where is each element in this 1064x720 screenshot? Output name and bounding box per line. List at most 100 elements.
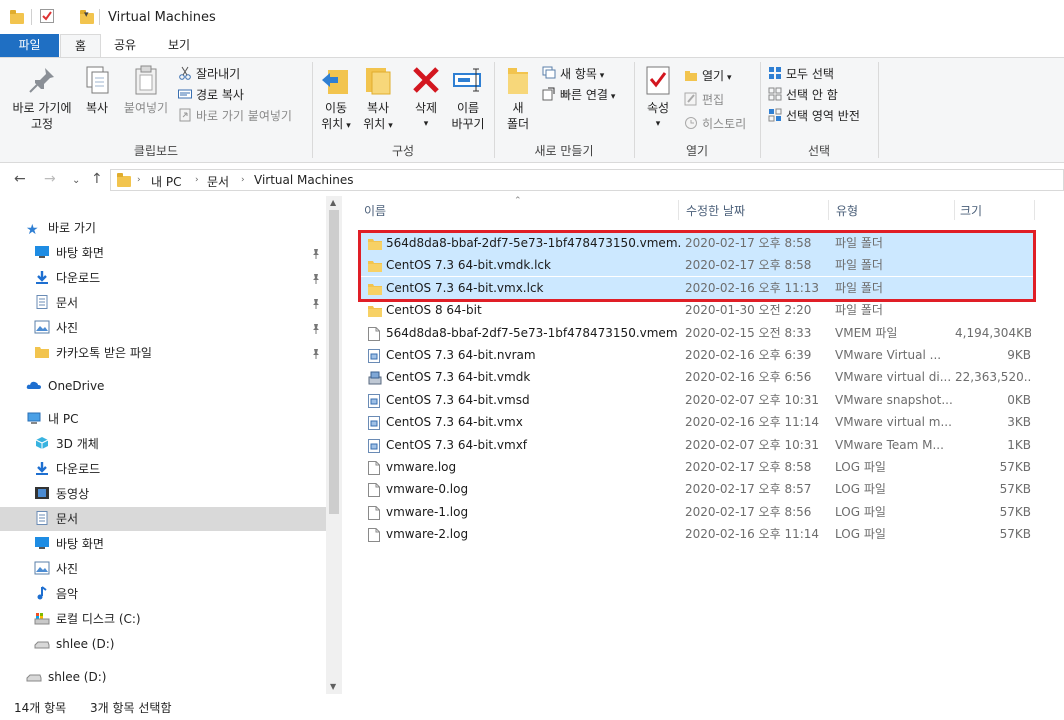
scroll-up-icon[interactable]: ▲ — [330, 198, 336, 207]
nav-quick-downloads[interactable]: 다운로드 — [34, 266, 100, 290]
nav-videos[interactable]: 동영상 — [34, 482, 89, 506]
file-row[interactable]: 564d8da8-bbaf-2df7-5e73-1bf478473150.vme… — [360, 322, 1036, 344]
tab-view[interactable]: 보기 — [154, 34, 204, 58]
nav-drive-d-root[interactable]: shlee (D:) — [26, 665, 106, 689]
address-bar[interactable]: › 내 PC › 문서 › Virtual Machines — [110, 169, 1064, 191]
pictures-icon — [34, 318, 50, 334]
delete-button[interactable]: 삭제 ▾ — [406, 64, 446, 132]
pin-icon[interactable] — [311, 348, 321, 360]
pin-to-quick-access-button[interactable]: 바로 가기에 고정 — [6, 64, 78, 132]
nav-downloads[interactable]: 다운로드 — [34, 457, 100, 481]
file-row[interactable]: vmware-1.log 2020-02-17 오후 8:56 LOG 파일 57KB — [360, 501, 1036, 523]
history-button[interactable]: 히스토리 — [684, 114, 746, 134]
edit-button[interactable]: 편집 — [684, 90, 724, 110]
nav-music[interactable]: 음악 — [34, 582, 78, 606]
copy-path-button[interactable]: 경로 복사 — [178, 85, 244, 105]
file-row[interactable]: CentOS 7.3 64-bit.vmdk 2020-02-16 오후 6:56… — [360, 366, 1036, 388]
nav-label: 로컬 디스크 (C:) — [56, 612, 141, 626]
nav-scrollbar[interactable]: ▲ ▼ — [326, 196, 342, 694]
nav-desktop[interactable]: 바탕 화면 — [34, 532, 104, 556]
nav-documents[interactable]: 문서 — [0, 507, 326, 531]
file-row[interactable]: vmware-0.log 2020-02-17 오후 8:57 LOG 파일 57KB — [360, 478, 1036, 500]
nav-label: 3D 개체 — [56, 437, 99, 451]
nav-quick-pictures[interactable]: 사진 — [34, 316, 78, 340]
column-header-size[interactable]: 크기 — [960, 202, 982, 219]
customize-quick-access-icon[interactable]: ▾ — [84, 10, 89, 20]
column-separator[interactable] — [828, 200, 829, 220]
select-none-button[interactable]: 선택 안 함 — [768, 85, 838, 105]
pin-icon[interactable] — [311, 273, 321, 285]
file-row[interactable]: CentOS 7.3 64-bit.vmxf 2020-02-07 오후 10:3… — [360, 434, 1036, 456]
select-all-button[interactable]: 모두 선택 — [768, 64, 834, 84]
column-header-type[interactable]: 유형 — [836, 202, 858, 219]
tab-file[interactable]: 파일 — [0, 34, 59, 58]
rename-button[interactable]: 이름 바꾸기 — [446, 64, 490, 132]
invert-selection-button[interactable]: 선택 영역 반전 — [768, 106, 860, 126]
breadcrumb-virtual-machines[interactable]: Virtual Machines — [254, 173, 354, 187]
copy-button[interactable]: 복사 — [78, 64, 116, 116]
pin-icon[interactable] — [311, 298, 321, 310]
file-row[interactable]: CentOS 7.3 64-bit.nvram 2020-02-16 오후 6:3… — [360, 344, 1036, 366]
file-icon — [368, 326, 381, 341]
new-item-button[interactable]: 새 항목 ▾ — [542, 64, 604, 84]
scissors-icon — [178, 66, 192, 80]
column-separator[interactable] — [954, 200, 955, 220]
easy-access-button[interactable]: 빠른 연결 ▾ — [542, 85, 615, 105]
edit-label: 편집 — [702, 93, 725, 107]
open-button[interactable]: 열기 ▾ — [684, 66, 731, 86]
paste-shortcut-button[interactable]: 바로 가기 붙여넣기 — [178, 106, 292, 126]
pin-icon[interactable] — [311, 323, 321, 335]
nav-label: 사진 — [56, 321, 79, 335]
copy-to-button[interactable]: 복사 위치 ▾ — [358, 64, 398, 134]
file-row[interactable]: CentOS 7.3 64-bit.vmsd 2020-02-07 오후 10:3… — [360, 389, 1036, 411]
column-separator[interactable] — [678, 200, 679, 220]
new-folder-label-2: 폴더 — [506, 117, 530, 131]
nav-3d-objects[interactable]: 3D 개체 — [34, 432, 99, 456]
tab-share[interactable]: 공유 — [100, 34, 150, 58]
scroll-down-icon[interactable]: ▼ — [330, 682, 336, 691]
column-header-name[interactable]: 이름 — [364, 202, 386, 219]
dropdown-arrow-icon: ▾ — [385, 121, 393, 131]
column-separator[interactable] — [1034, 200, 1035, 220]
pin-icon[interactable] — [311, 248, 321, 260]
nav-scrollbar-thumb[interactable] — [329, 210, 339, 514]
drive-icon — [26, 667, 42, 682]
nav-drive-d[interactable]: shlee (D:) — [34, 632, 114, 656]
file-size: 57KB — [999, 460, 1031, 474]
file-row[interactable]: vmware-2.log 2020-02-16 오후 11:14 LOG 파일 57K… — [360, 523, 1036, 545]
file-row[interactable]: CentOS 8 64-bit 2020-01-30 오전 2:20 파일 폴더 — [360, 299, 1036, 321]
move-label-1: 이동 — [324, 101, 348, 115]
breadcrumb-documents[interactable]: 문서 — [207, 173, 229, 190]
nav-label: 음악 — [56, 587, 79, 601]
nav-quick-access[interactable]: ★ 바로 가기 — [26, 216, 96, 240]
nav-quick-desktop[interactable]: 바탕 화면 — [34, 241, 104, 265]
title-separator — [31, 9, 32, 25]
file-date: 2020-02-07 오후 10:31 — [685, 437, 820, 452]
up-arrow-icon[interactable]: ↑ — [91, 171, 103, 187]
back-arrow-icon[interactable]: ← — [14, 171, 26, 187]
nav-quick-documents[interactable]: 문서 — [34, 291, 78, 315]
nav-pictures[interactable]: 사진 — [34, 557, 78, 581]
nav-local-disk-c[interactable]: 로컬 디스크 (C:) — [34, 607, 141, 631]
sort-ascending-icon: ⌃ — [514, 196, 522, 206]
new-folder-button[interactable]: 새 폴더 — [500, 64, 536, 132]
properties-button[interactable]: 속성 ▾ — [640, 64, 676, 132]
folder-icon — [117, 173, 131, 187]
paste-button[interactable]: 붙여넣기 — [118, 64, 174, 116]
forward-arrow-icon[interactable]: → — [44, 171, 56, 187]
cut-button[interactable]: 잘라내기 — [178, 64, 240, 84]
properties-quick-icon[interactable] — [40, 9, 54, 23]
download-icon — [34, 459, 50, 475]
file-name: CentOS 7.3 64-bit.nvram — [386, 348, 536, 362]
column-header-date[interactable]: 수정한 날짜 — [686, 202, 745, 219]
nav-label: 다운로드 — [56, 462, 101, 476]
nav-this-pc[interactable]: 내 PC — [26, 407, 78, 431]
recent-locations-chevron-icon[interactable]: ⌄ — [72, 175, 80, 186]
file-row[interactable]: vmware.log 2020-02-17 오후 8:58 LOG 파일 57KB — [360, 456, 1036, 478]
move-to-button[interactable]: 이동 위치 ▾ — [318, 64, 354, 134]
breadcrumb-this-pc[interactable]: 내 PC — [151, 173, 181, 190]
file-row[interactable]: CentOS 7.3 64-bit.vmx 2020-02-16 오후 11:14… — [360, 411, 1036, 433]
tab-home[interactable]: 홈 — [60, 34, 102, 58]
nav-quick-kakaotalk[interactable]: 카카오톡 받은 파일 — [34, 341, 152, 365]
nav-onedrive[interactable]: OneDrive — [26, 374, 104, 398]
